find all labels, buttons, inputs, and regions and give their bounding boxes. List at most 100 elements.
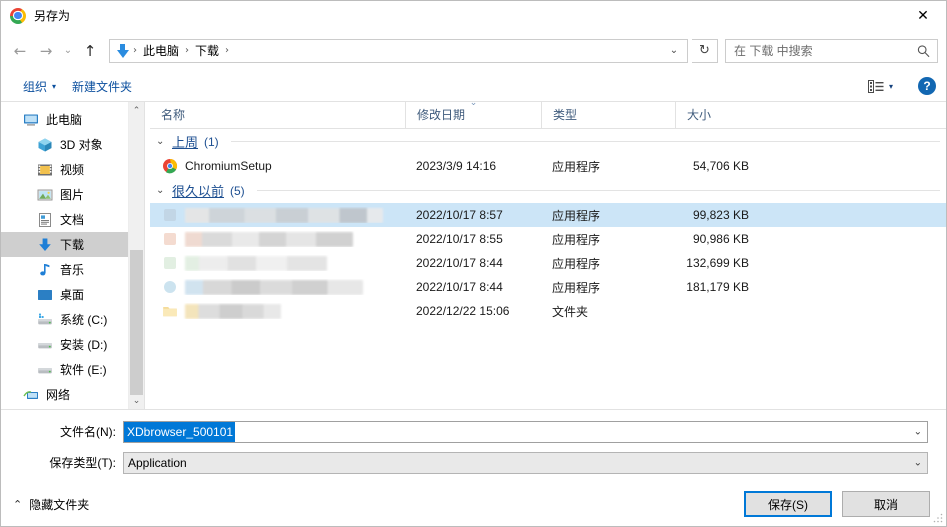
column-header-date[interactable]: ⌄ 修改日期 bbox=[405, 102, 541, 128]
group-header-last-week[interactable]: ⌄ 上周 (1) bbox=[150, 129, 946, 154]
videos-icon bbox=[37, 162, 53, 178]
filename-label: 文件名(N): bbox=[60, 425, 116, 439]
group-count: (5) bbox=[230, 183, 245, 198]
column-header-type[interactable]: 类型 bbox=[541, 102, 675, 128]
cell-date: 2022/10/17 8:55 bbox=[416, 232, 503, 246]
sidebar-item-downloads[interactable]: 下载 bbox=[1, 232, 144, 257]
search-input[interactable]: 在 下载 中搜索 bbox=[725, 38, 938, 63]
recent-locations-button[interactable]: ⌄ bbox=[59, 38, 77, 64]
refresh-button[interactable]: ↻ bbox=[692, 38, 718, 63]
chevron-down-icon: ⌄ bbox=[156, 185, 165, 196]
chrome-icon bbox=[10, 7, 26, 24]
table-row[interactable]: 2022/10/17 8:44 应用程序 132,699 KB bbox=[150, 251, 946, 275]
table-row[interactable]: 2022/10/17 8:55 应用程序 90,986 KB bbox=[150, 227, 946, 251]
cell-type: 应用程序 bbox=[552, 159, 601, 174]
cell-size: 132,699 KB bbox=[686, 256, 749, 270]
breadcrumb-separator: › bbox=[185, 45, 190, 56]
help-button[interactable]: ? bbox=[918, 77, 936, 95]
file-list-pane: 名称 ⌄ 修改日期 类型 大小 ⌄ 上周 (1) ChromiumSetup 2… bbox=[150, 102, 946, 409]
save-button[interactable]: 保存(S) bbox=[744, 491, 832, 517]
sidebar-item-software-e[interactable]: 软件 (E:) bbox=[1, 357, 144, 382]
app-icon bbox=[162, 207, 178, 223]
group-count: (1) bbox=[204, 134, 219, 149]
sidebar-item-install-d[interactable]: 安装 (D:) bbox=[1, 332, 144, 357]
cell-name bbox=[150, 303, 405, 319]
savetype-select[interactable]: Application ⌄ bbox=[123, 451, 928, 474]
breadcrumb-item-this-pc[interactable]: 此电脑 bbox=[139, 41, 183, 61]
sidebar-scrollbar[interactable]: ⌃ ⌄ bbox=[128, 102, 144, 409]
filename-input[interactable]: XDbrowser_500101 ⌄ bbox=[123, 420, 928, 443]
sidebar-item-label: 视频 bbox=[60, 162, 85, 177]
chevron-up-icon: ⌃ bbox=[13, 497, 23, 511]
app-icon bbox=[162, 255, 178, 271]
breadcrumb-separator: › bbox=[133, 45, 137, 56]
table-row[interactable]: ChromiumSetup 2023/3/9 14:16 应用程序 54,706… bbox=[150, 154, 946, 178]
cell-name bbox=[150, 231, 405, 247]
chevron-down-icon: ▾ bbox=[888, 81, 893, 91]
cell-type: 应用程序 bbox=[552, 232, 601, 247]
sidebar-item-label: 音乐 bbox=[60, 262, 85, 277]
cancel-button[interactable]: 取消 bbox=[842, 491, 930, 517]
scrollbar-thumb[interactable] bbox=[130, 250, 143, 395]
scroll-up-icon[interactable]: ⌃ bbox=[129, 102, 144, 119]
close-icon[interactable]: ✕ bbox=[900, 1, 946, 30]
save-form: 文件名(N): XDbrowser_500101 ⌄ 保存类型(T): Appl… bbox=[1, 410, 946, 482]
table-row[interactable]: 2022/10/17 8:44 应用程序 181,179 KB bbox=[150, 275, 946, 299]
savetype-row: 保存类型(T): Application ⌄ bbox=[1, 451, 946, 474]
search-placeholder: 在 下载 中搜索 bbox=[734, 44, 813, 58]
breadcrumb-item-downloads[interactable]: 下载 bbox=[191, 41, 223, 61]
view-options-button[interactable]: ▾ bbox=[863, 77, 898, 96]
music-icon bbox=[37, 262, 53, 278]
address-bar[interactable]: › 此电脑 › 下载 › ⌄ bbox=[109, 38, 688, 63]
sidebar-item-pictures[interactable]: 图片 bbox=[1, 182, 144, 207]
table-row[interactable]: 2022/10/17 8:57 应用程序 99,823 KB bbox=[150, 203, 946, 227]
column-header-size[interactable]: 大小 bbox=[675, 102, 755, 128]
table-row[interactable]: 2022/12/22 15:06 文件夹 bbox=[150, 299, 946, 323]
sidebar-item-label: 桌面 bbox=[60, 287, 85, 302]
sidebar-item-videos[interactable]: 视频 bbox=[1, 157, 144, 182]
column-label: 名称 bbox=[161, 108, 186, 122]
sidebar-item-system-c[interactable]: 系统 (C:) bbox=[1, 307, 144, 332]
3d-objects-icon bbox=[37, 137, 53, 153]
sidebar-item-desktop[interactable]: 桌面 bbox=[1, 282, 144, 307]
sidebar-item-3d-objects[interactable]: 3D 对象 bbox=[1, 132, 144, 157]
breadcrumb-separator: › bbox=[225, 45, 230, 56]
new-folder-button[interactable]: 新建文件夹 bbox=[64, 74, 140, 99]
group-divider bbox=[256, 190, 940, 191]
chevron-down-icon[interactable]: ⌄ bbox=[665, 40, 683, 62]
chevron-down-icon[interactable]: ⌄ bbox=[914, 457, 922, 468]
drive-icon bbox=[37, 312, 53, 328]
cell-date: 2022/10/17 8:44 bbox=[416, 256, 503, 270]
chevron-down-icon: ⌄ bbox=[156, 136, 165, 147]
chevron-down-icon[interactable]: ⌄ bbox=[914, 426, 922, 437]
command-bar: 组织 ▾ 新建文件夹 ▾ ? bbox=[1, 71, 946, 102]
sidebar-item-documents[interactable]: 文档 bbox=[1, 207, 144, 232]
resize-grip[interactable] bbox=[933, 513, 943, 523]
up-button[interactable]: ↑ bbox=[77, 38, 103, 64]
column-label: 大小 bbox=[687, 108, 712, 122]
search-icon bbox=[917, 44, 930, 57]
drive-icon bbox=[37, 337, 53, 353]
filename-row: 文件名(N): XDbrowser_500101 ⌄ bbox=[1, 420, 946, 443]
sidebar-item-network[interactable]: 网络 bbox=[1, 382, 144, 407]
savetype-label: 保存类型(T): bbox=[49, 456, 116, 470]
drive-icon bbox=[37, 362, 53, 378]
cell-date: 2022/10/17 8:44 bbox=[416, 280, 503, 294]
redacted-file-name bbox=[185, 231, 353, 247]
sidebar-item-label: 下载 bbox=[60, 237, 85, 252]
sidebar-item-music[interactable]: 音乐 bbox=[1, 257, 144, 282]
documents-icon bbox=[37, 212, 53, 228]
forward-button[interactable]: → bbox=[33, 38, 59, 64]
navigation-bar: ← → ⌄ ↑ › 此电脑 › 下载 › ⌄ ↻ 在 下载 中搜索 bbox=[1, 30, 946, 71]
scroll-down-icon[interactable]: ⌄ bbox=[129, 392, 144, 409]
column-header-name[interactable]: 名称 bbox=[150, 102, 405, 128]
hide-folders-button[interactable]: ⌃ 隐藏文件夹 bbox=[13, 496, 89, 513]
group-header-long-ago[interactable]: ⌄ 很久以前 (5) bbox=[150, 178, 946, 203]
back-button[interactable]: ← bbox=[7, 38, 33, 64]
command-bar-right: ▾ ? bbox=[863, 71, 936, 101]
sidebar-item-this-pc[interactable]: 此电脑 bbox=[1, 107, 144, 132]
group-title: 上周 bbox=[172, 135, 199, 150]
organize-button[interactable]: 组织 ▾ bbox=[15, 74, 64, 99]
sidebar-item-label: 安装 (D:) bbox=[60, 337, 108, 352]
redacted-file-name bbox=[185, 255, 327, 271]
